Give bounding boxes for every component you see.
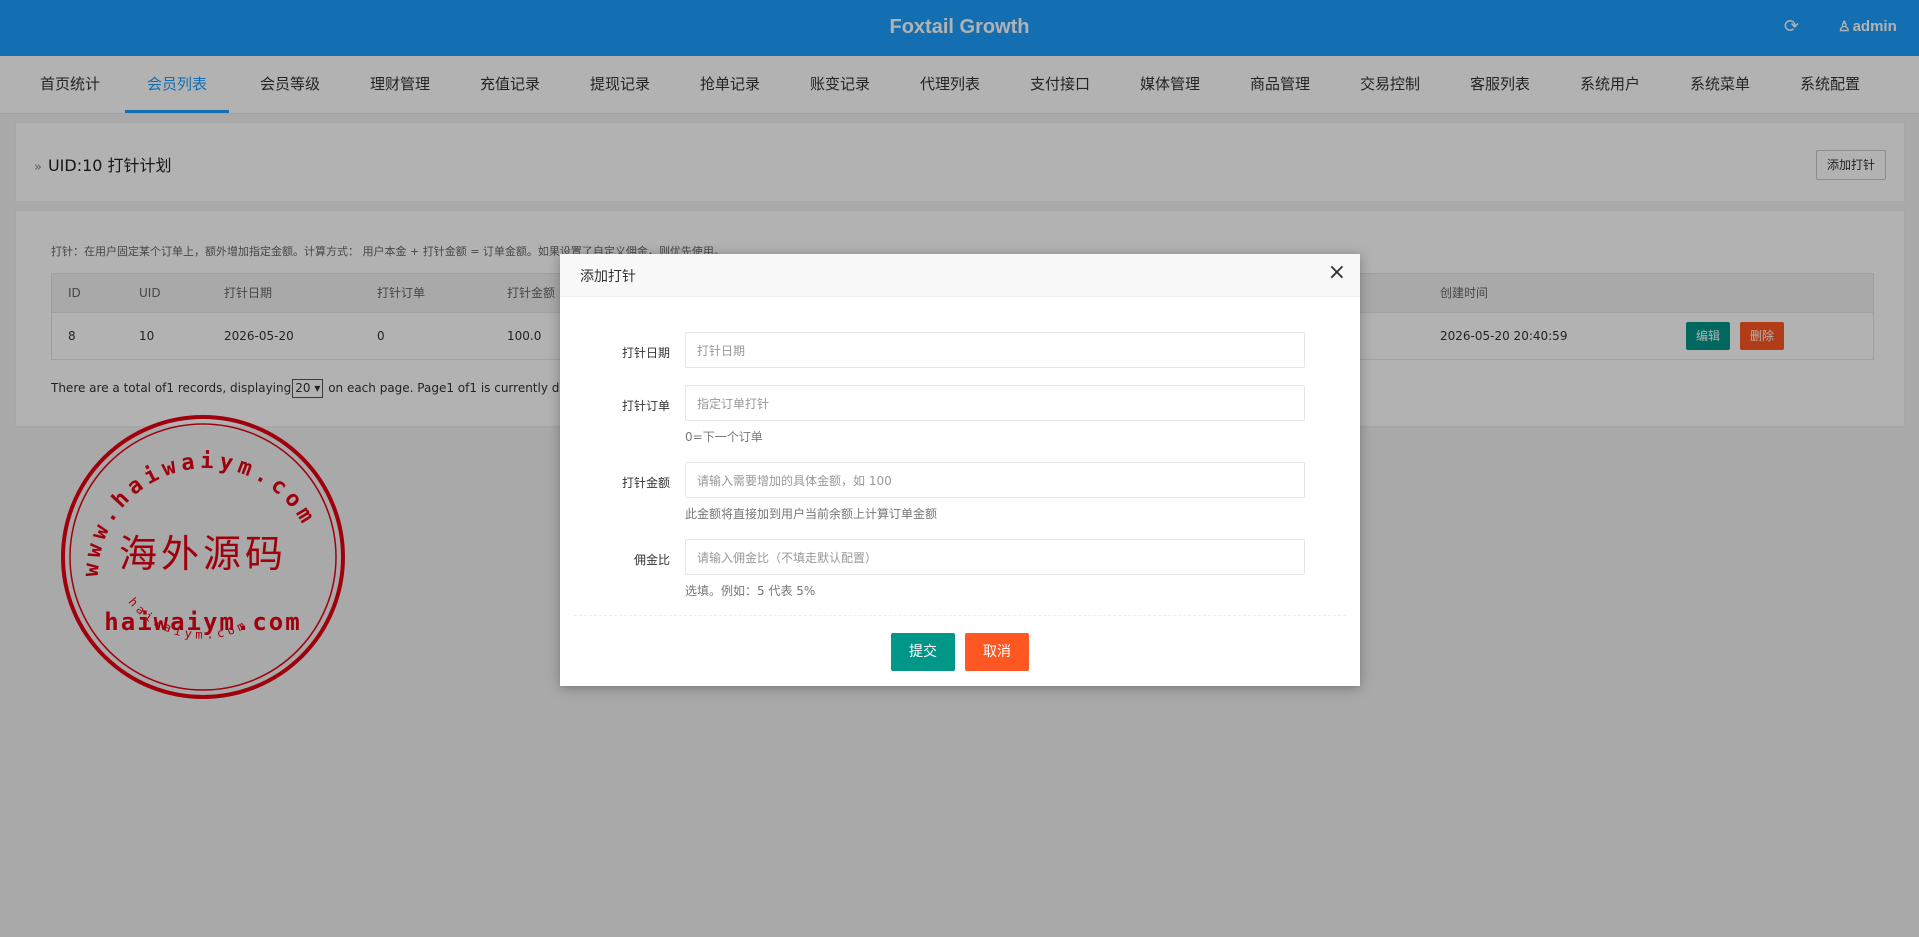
injection-date-input[interactable]: 打针日期 — [685, 332, 1305, 368]
commission-input[interactable]: 请输入佣金比（不填走默认配置） — [685, 539, 1305, 575]
field-label-commission: 佣金比 — [633, 553, 670, 567]
order-hint: 0=下一个订单 — [685, 430, 763, 444]
injection-amount-input[interactable]: 请输入需要增加的具体金额，如 100 — [685, 462, 1305, 498]
dialog-title: 添加打针 — [580, 269, 636, 285]
injection-order-input[interactable]: 指定订单打针 — [685, 385, 1305, 421]
cancel-button[interactable]: 取消 — [965, 633, 1029, 671]
commission-hint: 选填。例如：5 代表 5% — [685, 584, 816, 598]
field-label-amount: 打针金额 — [621, 476, 670, 490]
add-injection-dialog: 添加打针 × 打针日期 打针日期 打针订单 指定订单打针 0=下一个订单 打针金… — [560, 254, 1360, 686]
field-label-date: 打针日期 — [621, 346, 670, 360]
submit-button[interactable]: 提交 — [891, 633, 955, 671]
dialog-divider — [574, 615, 1346, 616]
field-label-order: 打针订单 — [621, 399, 670, 413]
close-icon[interactable]: × — [1328, 262, 1346, 284]
amount-hint: 此金额将直接加到用户当前余额上计算订单金额 — [685, 507, 938, 521]
dialog-header: 添加打针 × — [560, 254, 1360, 297]
